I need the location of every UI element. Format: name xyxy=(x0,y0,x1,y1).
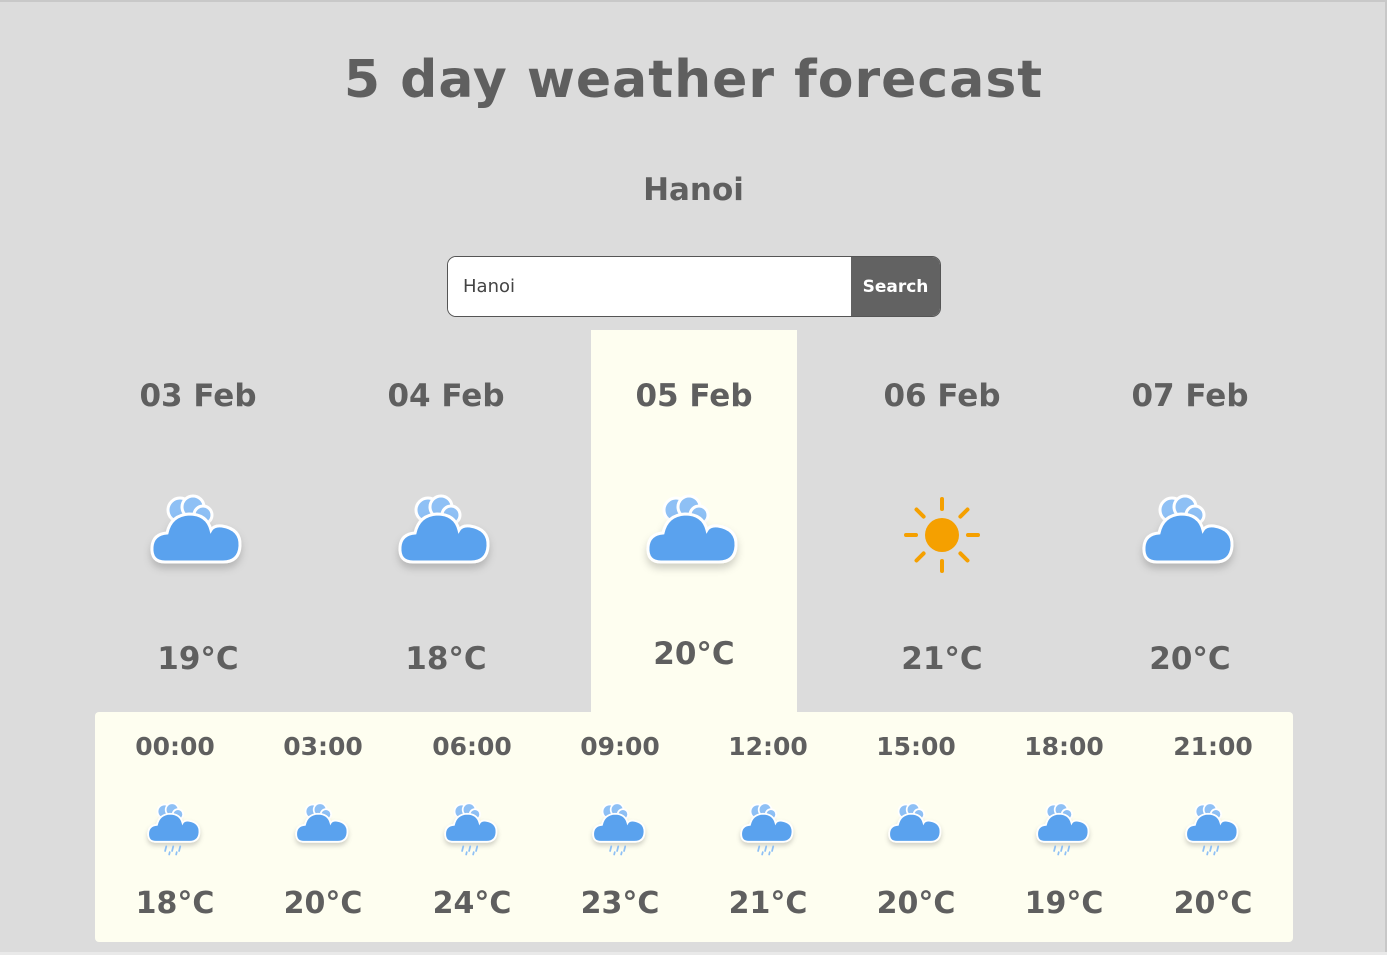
day-date: 07 Feb xyxy=(1131,378,1249,414)
day-temperature: 19°C xyxy=(157,641,239,677)
search-button[interactable]: Search xyxy=(851,257,940,316)
page-title: 5 day weather forecast xyxy=(343,50,1044,110)
cloud-icon xyxy=(639,480,749,590)
rain-cloud-icon xyxy=(440,794,504,858)
city-name: Hanoi xyxy=(643,172,744,208)
hour-slot: 09:00 23°C xyxy=(546,712,694,942)
hour-temperature: 20°C xyxy=(1173,886,1253,921)
hour-time: 21:00 xyxy=(1173,732,1253,761)
cloud-icon xyxy=(884,794,948,858)
rain-cloud-icon xyxy=(736,794,800,858)
day-temperature: 18°C xyxy=(405,641,487,677)
hourly-forecast: 00:00 18°C 03:00 20°C 06:00 24°C 09:00 2… xyxy=(95,712,1293,942)
daily-forecast: 03 Feb 19°C 04 Feb 18°C 05 Feb 20°C 06 F… xyxy=(75,330,1313,712)
search-bar: Search xyxy=(447,256,941,317)
day-date: 04 Feb xyxy=(387,378,505,414)
rain-cloud-icon xyxy=(143,794,207,858)
hour-temperature: 19°C xyxy=(1024,886,1104,921)
day-date: 06 Feb xyxy=(883,378,1001,414)
day-temperature: 21°C xyxy=(901,641,983,677)
day-card[interactable]: 05 Feb 20°C xyxy=(591,330,797,712)
hour-temperature: 20°C xyxy=(876,886,956,921)
day-date: 03 Feb xyxy=(139,378,257,414)
hour-time: 12:00 xyxy=(728,732,808,761)
hour-slot: 15:00 20°C xyxy=(842,712,990,942)
hour-time: 03:00 xyxy=(283,732,363,761)
day-card[interactable]: 03 Feb 19°C xyxy=(95,330,301,712)
hour-time: 06:00 xyxy=(432,732,512,761)
hour-temperature: 24°C xyxy=(432,886,512,921)
day-date: 05 Feb xyxy=(635,378,753,414)
cloud-icon xyxy=(1135,480,1245,590)
rain-cloud-icon xyxy=(1032,794,1096,858)
day-card[interactable]: 06 Feb 21°C xyxy=(839,330,1045,712)
hour-time: 15:00 xyxy=(876,732,956,761)
cloud-icon xyxy=(391,480,501,590)
hour-time: 09:00 xyxy=(580,732,660,761)
hour-time: 00:00 xyxy=(135,732,215,761)
sun-icon xyxy=(887,480,997,590)
day-temperature: 20°C xyxy=(653,636,735,672)
hour-temperature: 20°C xyxy=(283,886,363,921)
hour-slot: 18:00 19°C xyxy=(990,712,1138,942)
search-input[interactable] xyxy=(448,257,851,316)
hour-slot: 03:00 20°C xyxy=(249,712,397,942)
rain-cloud-icon xyxy=(1181,794,1245,858)
day-temperature: 20°C xyxy=(1149,641,1231,677)
hour-slot: 21:00 20°C xyxy=(1139,712,1287,942)
hour-time: 18:00 xyxy=(1024,732,1104,761)
hour-slot: 06:00 24°C xyxy=(398,712,546,942)
top-border xyxy=(0,0,1387,2)
day-card[interactable]: 07 Feb 20°C xyxy=(1087,330,1293,712)
hour-temperature: 23°C xyxy=(580,886,660,921)
hour-temperature: 21°C xyxy=(728,886,808,921)
hour-slot: 00:00 18°C xyxy=(101,712,249,942)
day-card[interactable]: 04 Feb 18°C xyxy=(343,330,549,712)
cloud-icon xyxy=(291,794,355,858)
hour-temperature: 18°C xyxy=(135,886,215,921)
rain-cloud-icon xyxy=(588,794,652,858)
cloud-icon xyxy=(143,480,253,590)
hour-slot: 12:00 21°C xyxy=(694,712,842,942)
